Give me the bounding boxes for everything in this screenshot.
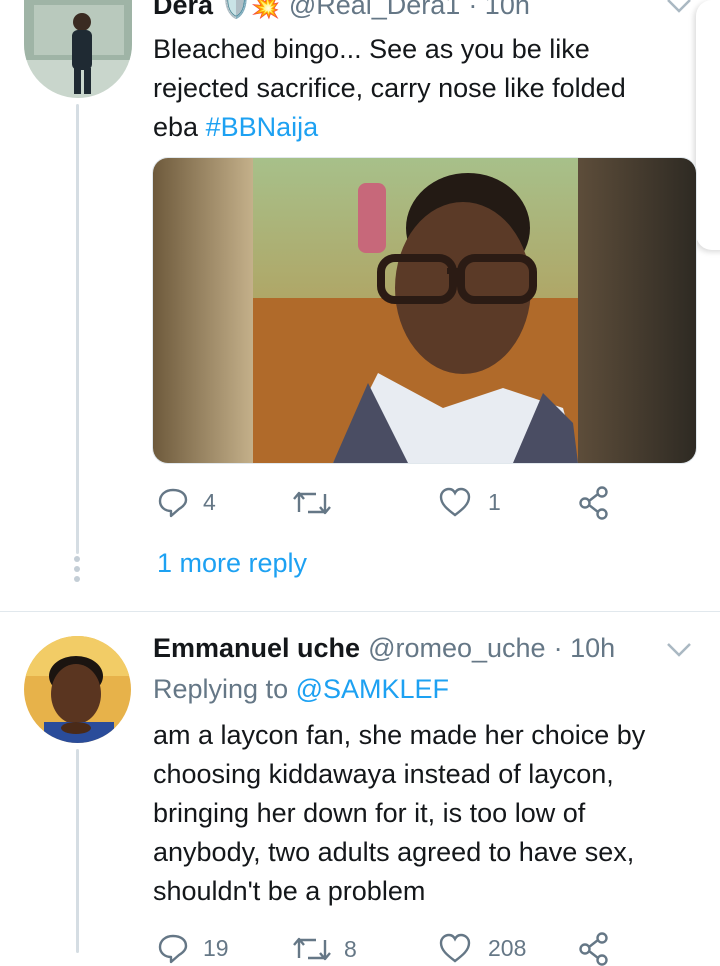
name-emoji: 🛡️💥 (221, 0, 281, 20)
tweet-time: · 10h (553, 633, 616, 663)
like-count: 1 (488, 488, 501, 515)
share-button[interactable] (578, 486, 610, 520)
heart-icon (439, 933, 471, 963)
tweet-line: eba #BBNaija (153, 112, 319, 142)
share-icon (579, 486, 608, 520)
heart-icon (439, 487, 471, 517)
thread-line (76, 749, 79, 953)
user-name[interactable]: Emmanuel uche (153, 633, 360, 664)
mention-link[interactable]: @SAMKLEF (296, 674, 449, 704)
tweet-header: Dera 🛡️💥 @Real_Dera1 · 10h (153, 0, 530, 21)
replying-to: Replying to @SAMKLEF (153, 674, 450, 704)
reply-icon (158, 934, 188, 964)
retweet-icon (293, 491, 331, 515)
tweet-line: shouldn't be a problem (153, 876, 426, 906)
reply-icon (158, 488, 188, 518)
user-handle[interactable]: @Real_Dera1 (289, 0, 461, 21)
avatar[interactable] (24, 636, 131, 743)
reply-button[interactable]: 4 (157, 486, 216, 518)
retweet-button[interactable]: 8 (292, 934, 357, 964)
tweet-line: rejected sacrifice, carry nose like fold… (153, 73, 626, 103)
thread-dots (73, 556, 82, 586)
chevron-down-icon[interactable] (666, 642, 692, 663)
tweet-line: am a laycon fan, she made her choice by (153, 720, 646, 750)
reply-button[interactable]: 19 (157, 932, 229, 964)
user-name[interactable]: Dera (153, 0, 213, 21)
tweet-line: choosing kiddawaya instead of laycon, (153, 759, 614, 789)
more-replies-link[interactable]: 1 more reply (157, 548, 307, 579)
tweet-header: Emmanuel uche @romeo_uche · 10h (153, 633, 615, 664)
share-icon (579, 932, 608, 966)
like-count: 208 (488, 934, 527, 961)
like-button[interactable]: 208 (438, 932, 526, 964)
reply-count: 4 (203, 488, 216, 515)
thread-line (76, 104, 79, 554)
tweet-line: bringing her down for it, is too low of (153, 798, 586, 828)
reply-count: 19 (203, 934, 229, 961)
divider (0, 611, 720, 612)
retweet-button[interactable] (292, 488, 332, 518)
tweet-line: Bleached bingo... See as you be like (153, 34, 590, 64)
share-button[interactable] (578, 932, 610, 966)
tweet-text: am a laycon fan, she made her choice by … (153, 716, 698, 911)
chevron-down-icon[interactable] (666, 0, 692, 19)
tweet-photo[interactable] (152, 157, 697, 464)
tweet-time: · 10h (468, 0, 530, 20)
hashtag-link[interactable]: #BBNaija (206, 112, 319, 142)
retweet-icon (293, 937, 331, 961)
avatar[interactable] (24, 0, 132, 98)
like-button[interactable]: 1 (438, 486, 501, 518)
retweet-count: 8 (344, 935, 357, 962)
user-handle[interactable]: @romeo_uche (368, 633, 546, 664)
scroll-overlay (696, 0, 720, 250)
tweet-text: Bleached bingo... See as you be like rej… (153, 30, 693, 147)
tweet-line: anybody, two adults agreed to have sex, (153, 837, 635, 867)
